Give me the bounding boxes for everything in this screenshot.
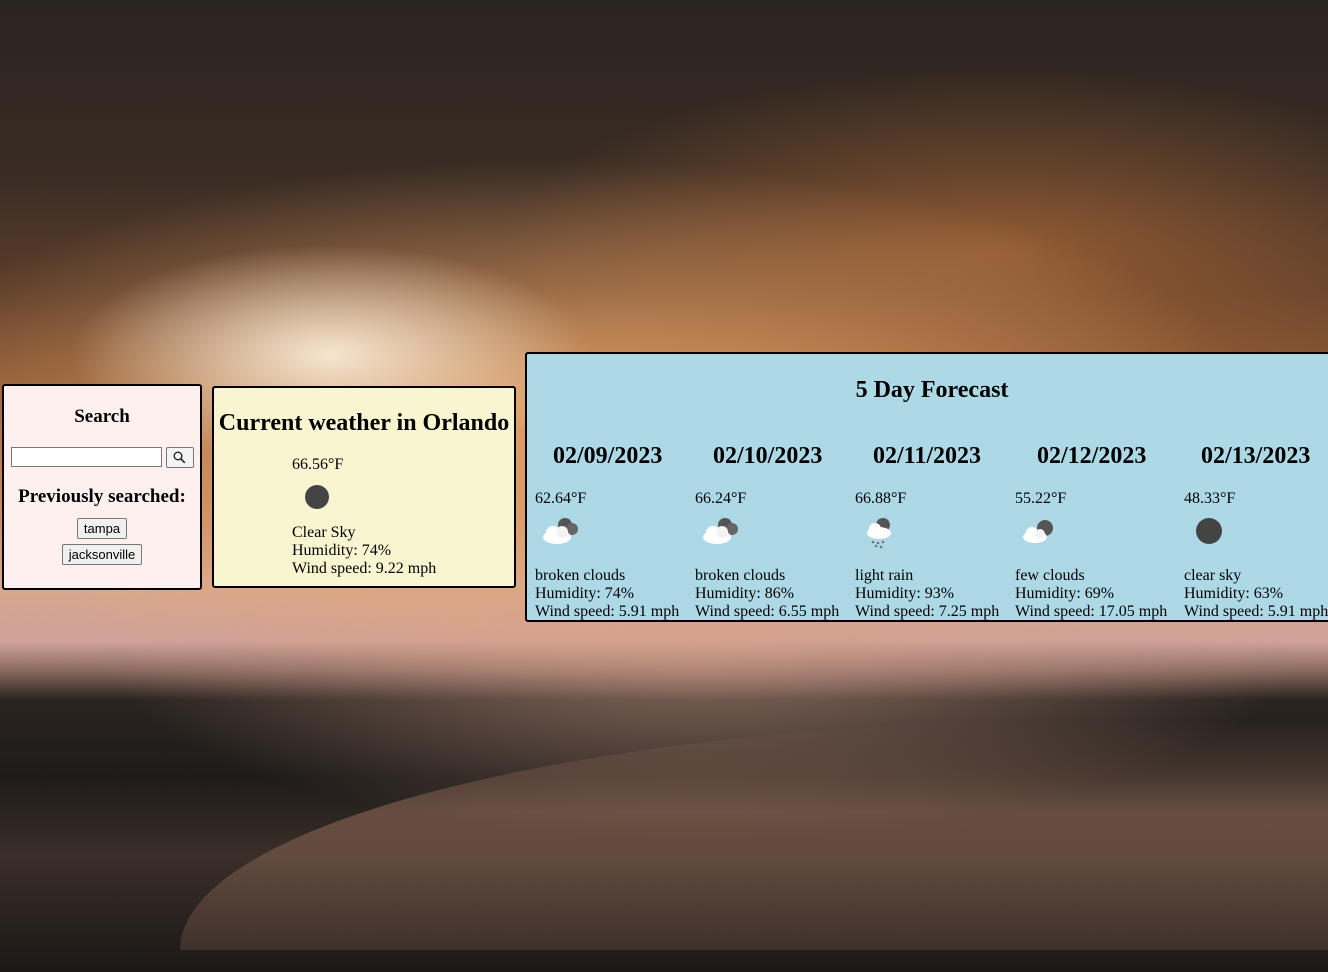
- current-temp: 66.56°F: [292, 456, 344, 473]
- forecast-wind: Wind speed: 5.91 mph: [1184, 603, 1328, 620]
- forecast-day: 02/10/2023 66.24°F broken clouds Humidit…: [695, 442, 839, 621]
- forecast-temp: 62.64°F: [535, 490, 587, 507]
- forecast-wind: Wind speed: 6.55 mph: [695, 603, 840, 620]
- forecast-date: 02/13/2023: [1201, 443, 1311, 469]
- forecast-humidity: Humidity: 93%: [855, 585, 955, 602]
- page: { "search": { "heading": "Search", "inpu…: [0, 0, 1328, 972]
- forecast-day: 02/13/2023 48.33°F clear sky Humidity: 6…: [1184, 442, 1328, 621]
- clear-night-icon: [305, 485, 329, 509]
- forecast-humidity: Humidity: 69%: [1015, 585, 1115, 602]
- forecast-wind: Wind speed: 7.25 mph: [855, 603, 1000, 620]
- forecast-day: 02/12/2023 55.22°F few clouds Humidity: …: [1015, 442, 1167, 621]
- broken-clouds-icon: [543, 518, 578, 544]
- forecast-temp: 48.33°F: [1184, 490, 1236, 507]
- current-humidity: Humidity: 74%: [292, 542, 392, 559]
- magnifier-icon: [173, 451, 186, 464]
- search-input[interactable]: [10, 447, 162, 467]
- forecast-humidity: Humidity: 74%: [535, 585, 635, 602]
- search-panel: Search Previously searched: tampa jackso…: [2, 384, 202, 590]
- history-item-jacksonville[interactable]: jacksonville: [61, 544, 143, 565]
- forecast-wind: Wind speed: 17.05 mph: [1015, 603, 1168, 620]
- forecast-desc: clear sky: [1184, 567, 1242, 584]
- clear-night-icon: [1196, 518, 1222, 544]
- current-title: Current weather in Orlando: [218, 410, 510, 436]
- forecast-day: 02/09/2023 62.64°F broken clouds Humidit…: [535, 442, 679, 621]
- forecast-desc: broken clouds: [535, 567, 626, 584]
- forecast-humidity: Humidity: 86%: [695, 585, 795, 602]
- background-beach: [180, 720, 1328, 950]
- forecast-temp: 55.22°F: [1015, 490, 1067, 507]
- forecast-desc: broken clouds: [695, 567, 786, 584]
- forecast-date: 02/10/2023: [713, 443, 823, 469]
- search-row: [4, 447, 200, 468]
- forecast-date: 02/09/2023: [553, 443, 663, 469]
- forecast-desc: few clouds: [1015, 567, 1085, 584]
- current-weather-panel: Current weather in Orlando 66.56°F Clear…: [212, 386, 516, 588]
- light-rain-icon: [867, 518, 891, 549]
- forecast-desc: light rain: [855, 567, 914, 584]
- forecast-temp: 66.88°F: [855, 490, 907, 507]
- forecast-date: 02/11/2023: [873, 443, 982, 469]
- forecast-date: 02/12/2023: [1037, 443, 1147, 469]
- history-list: tampa jacksonville: [4, 518, 200, 565]
- history-item-tampa[interactable]: tampa: [76, 518, 128, 539]
- current-details: 66.56°F Clear Sky Humidity: 74% Wind spe…: [292, 456, 436, 578]
- forecast-day: 02/11/2023 66.88°F light rain Humidity: …: [855, 442, 999, 621]
- search-button[interactable]: [165, 447, 194, 468]
- forecast-title: 5 Day Forecast: [855, 377, 1009, 403]
- forecast-temp: 66.24°F: [695, 490, 747, 507]
- forecast-humidity: Humidity: 63%: [1184, 585, 1284, 602]
- few-clouds-icon: [1023, 520, 1053, 543]
- search-heading: Search: [74, 406, 130, 427]
- history-heading: Previously searched:: [18, 486, 186, 507]
- broken-clouds-icon: [703, 518, 738, 544]
- forecast-wind: Wind speed: 5.91 mph: [535, 603, 680, 620]
- current-desc: Clear Sky: [292, 524, 356, 541]
- current-wind: Wind speed: 9.22 mph: [292, 560, 437, 577]
- forecast-panel: 5 Day Forecast 02/09/2023 62.64°F broken…: [525, 352, 1328, 622]
